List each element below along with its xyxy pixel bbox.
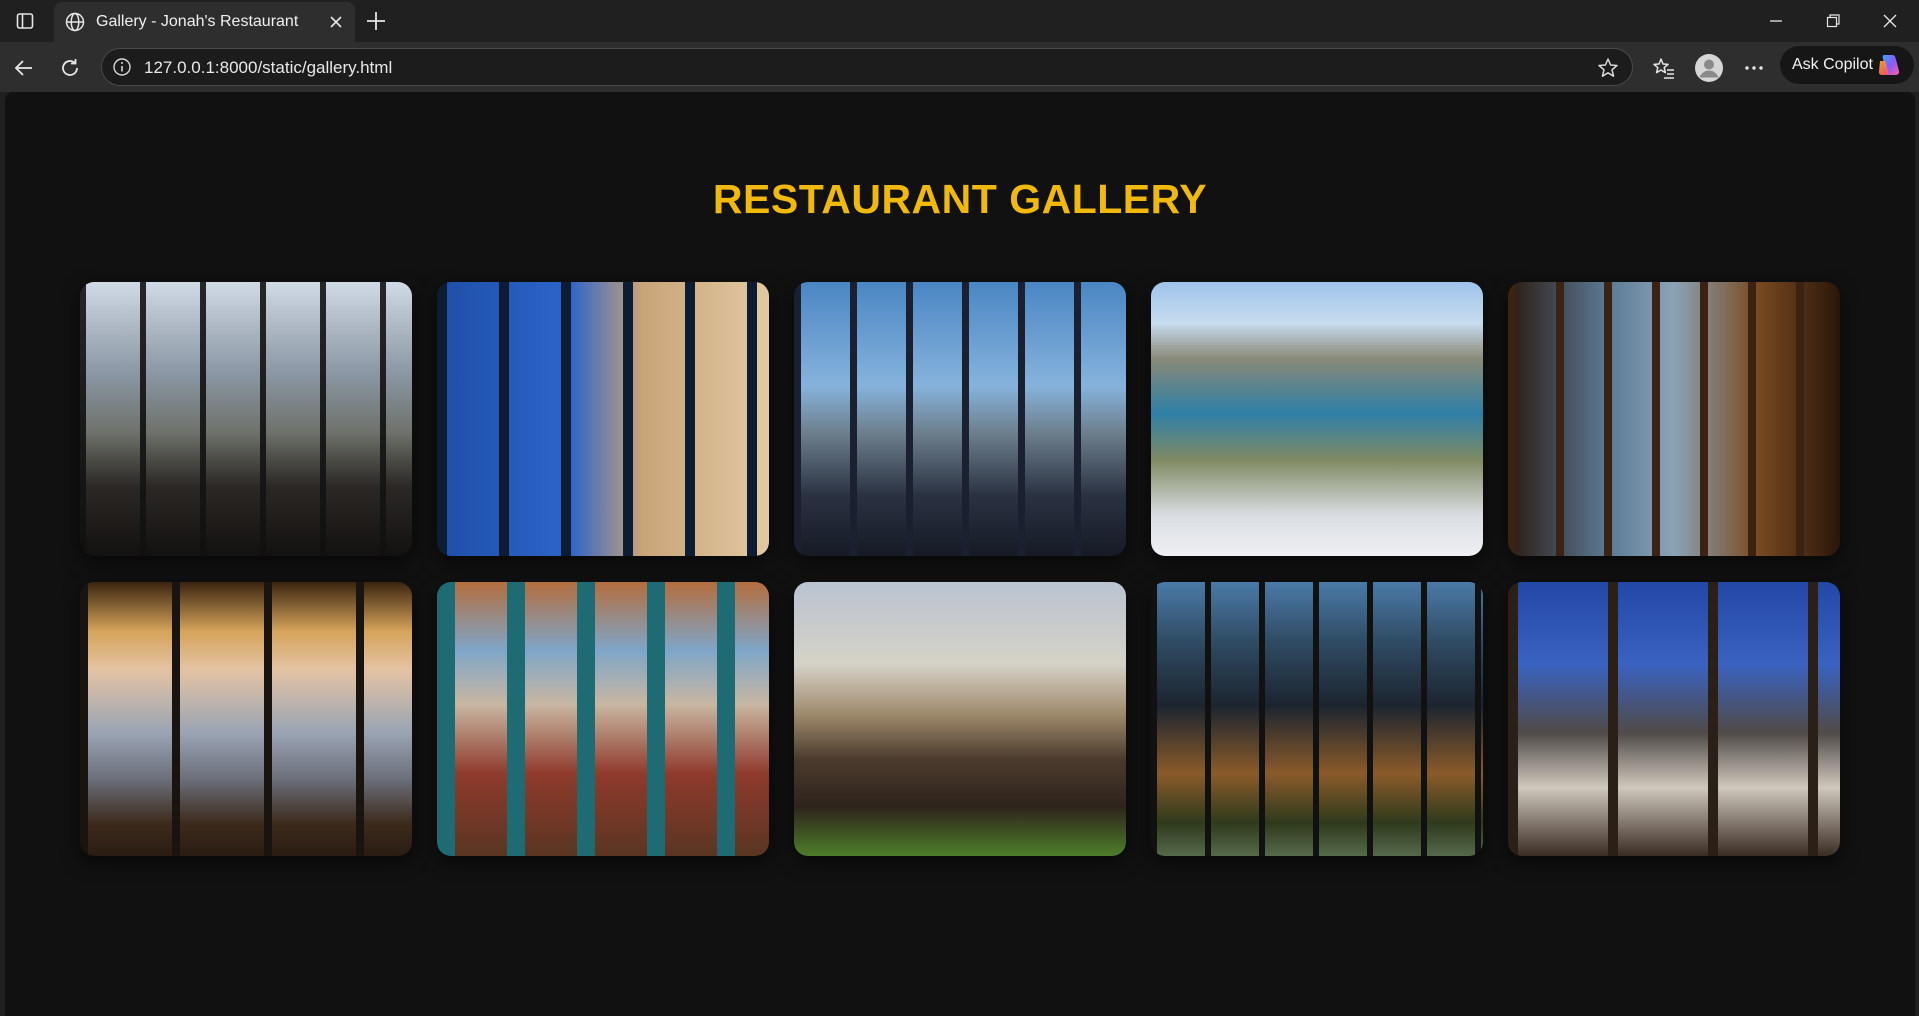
plus-icon[interactable]	[362, 7, 390, 35]
gallery-image[interactable]	[1508, 582, 1840, 856]
close-icon[interactable]	[325, 11, 347, 33]
minimize-icon	[1770, 20, 1782, 22]
gallery-grid	[80, 282, 1845, 856]
tab-actions-button[interactable]	[8, 6, 42, 36]
more-icon	[1745, 66, 1763, 70]
gallery-image[interactable]	[1151, 582, 1483, 856]
profile-icon	[1695, 54, 1723, 82]
profile-button[interactable]	[1694, 53, 1724, 83]
more-button[interactable]	[1739, 53, 1769, 83]
page-viewport: RESTAURANT GALLERY	[5, 92, 1915, 1016]
gallery-image[interactable]	[794, 282, 1126, 556]
favorites-icon	[1653, 58, 1674, 79]
window-close-button[interactable]	[1870, 6, 1910, 36]
address-bar[interactable]	[101, 48, 1633, 86]
restore-button[interactable]	[1813, 6, 1853, 36]
refresh-button[interactable]	[55, 53, 85, 83]
copilot-label: Ask Copilot	[1792, 56, 1873, 73]
minimize-button[interactable]	[1756, 6, 1796, 36]
gallery-image[interactable]	[1151, 282, 1483, 556]
gallery-image[interactable]	[437, 582, 769, 856]
tab-strip: Gallery - Jonah's Restaurant	[0, 0, 1919, 42]
ask-copilot-button[interactable]: Ask Copilot	[1780, 46, 1914, 84]
info-icon[interactable]	[112, 57, 132, 77]
gallery-image[interactable]	[437, 282, 769, 556]
globe-icon	[65, 12, 85, 32]
active-tab[interactable]: Gallery - Jonah's Restaurant	[54, 2, 355, 42]
copilot-icon	[1878, 55, 1900, 75]
tab-actions-icon	[16, 13, 34, 29]
page-title: RESTAURANT GALLERY	[712, 176, 1208, 222]
url-input[interactable]	[144, 58, 1444, 78]
gallery-image[interactable]	[80, 282, 412, 556]
gallery-image[interactable]	[80, 582, 412, 856]
gallery-image[interactable]	[794, 582, 1126, 856]
refresh-icon	[62, 59, 78, 76]
back-button[interactable]	[9, 53, 39, 83]
back-icon	[14, 60, 32, 76]
favorites-button[interactable]	[1649, 53, 1679, 83]
gallery-image[interactable]	[1508, 282, 1840, 556]
window-close-icon	[1883, 14, 1897, 28]
browser-toolbar: Ask Copilot	[0, 42, 1919, 92]
tab-title: Gallery - Jonah's Restaurant	[96, 13, 299, 30]
restore-icon	[1826, 14, 1840, 28]
star-icon[interactable]	[1596, 56, 1620, 80]
